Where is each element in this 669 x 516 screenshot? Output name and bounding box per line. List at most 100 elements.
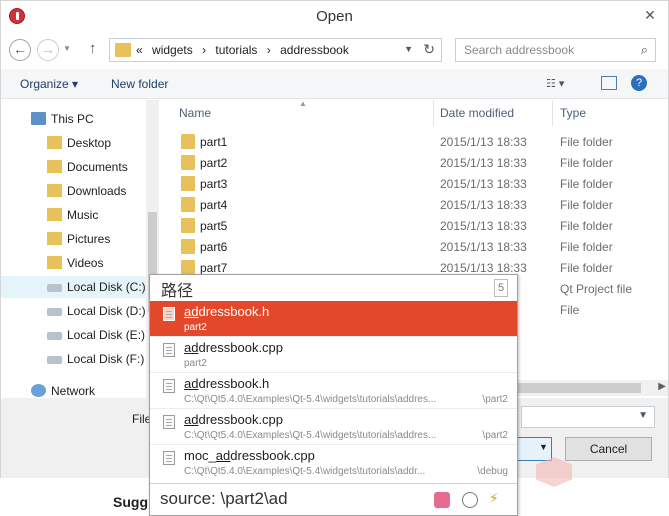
folder-icon	[115, 43, 131, 57]
candidate-item[interactable]: addressbook.cpp C:\Qt\Qt5.4.0\Examples\Q…	[150, 409, 517, 445]
folder-icon	[47, 136, 62, 149]
file-name: part2	[200, 156, 228, 170]
chevron-down-icon[interactable]: ▼	[539, 442, 548, 452]
lightning-icon[interactable]: ⚡	[489, 490, 505, 506]
sidebar-item-documents[interactable]: Documents	[1, 156, 146, 178]
file-row[interactable]: part1 2015/1/13 18:33 File folder	[161, 131, 668, 152]
sidebar-item-downloads[interactable]: Downloads	[1, 180, 146, 202]
sidebar-item-this-pc[interactable]: This PC	[1, 108, 146, 130]
file-row[interactable]: part5 2015/1/13 18:33 File folder	[161, 215, 668, 236]
candidate-item[interactable]: moc_addressbook.cpp C:\Qt\Qt5.4.0\Exampl…	[150, 445, 517, 481]
column-header-name[interactable]: Name	[179, 106, 211, 120]
pc-icon	[31, 112, 46, 125]
sidebar-item-music[interactable]: Music	[1, 204, 146, 226]
navigation-bar: ← → ▼ ↑ « widgets › tutorials › addressb…	[1, 35, 668, 65]
breadcrumb-addressbook[interactable]: addressbook	[280, 43, 349, 57]
column-divider[interactable]	[433, 100, 434, 126]
organize-button[interactable]: Organize ▾	[20, 77, 78, 91]
file-date: 2015/1/13 18:33	[440, 219, 527, 233]
sidebar-item-desktop[interactable]: Desktop	[1, 132, 146, 154]
open-button-split[interactable]: ▼	[517, 437, 552, 461]
dialog-title: Open	[316, 8, 353, 25]
column-header-type[interactable]: Type	[560, 106, 586, 120]
file-date: 2015/1/13 18:33	[440, 198, 527, 212]
chevron-down-icon[interactable]: ▼	[404, 44, 413, 54]
candidate-item[interactable]: addressbook.cpp part2	[150, 337, 517, 373]
search-input[interactable]: Search addressbook	[464, 43, 574, 57]
file-type-dropdown[interactable]: ▼	[521, 406, 655, 428]
file-name: part4	[200, 198, 228, 212]
cancel-button[interactable]: Cancel	[565, 437, 652, 461]
chevron-down-icon: ▼	[638, 410, 648, 421]
file-row[interactable]: part2 2015/1/13 18:33 File folder	[161, 152, 668, 173]
candidate-path: C:\Qt\Qt5.4.0\Examples\Qt-5.4\widgets\tu…	[184, 394, 437, 405]
candidate-name: addressbook.cpp	[184, 340, 284, 355]
file-type: File folder	[560, 240, 613, 254]
preview-pane-icon[interactable]	[601, 76, 617, 90]
breadcrumb-overflow[interactable]: «	[136, 43, 143, 57]
candidate-item[interactable]: addressbook.h C:\Qt\Qt5.4.0\Examples\Qt-…	[150, 373, 517, 409]
back-button[interactable]: ←	[9, 39, 31, 61]
column-divider[interactable]	[552, 100, 553, 126]
command-bar: Organize ▾ New folder ☷ ▾ ?	[1, 69, 668, 99]
address-bar[interactable]: « widgets › tutorials › addressbook ▼ ↻	[109, 38, 442, 62]
navigation-pane: This PC Desktop Documents Downloads Musi…	[1, 100, 159, 398]
breadcrumb-separator[interactable]: ›	[267, 43, 271, 57]
file-type: File folder	[560, 219, 613, 233]
file-row[interactable]: part4 2015/1/13 18:33 File folder	[161, 194, 668, 215]
file-type: Qt Project file	[560, 282, 633, 296]
popup-footer: source: \part2\ad ⚡	[150, 483, 517, 515]
close-button[interactable]: ✕	[640, 5, 660, 25]
source-text: source: \part2\ad	[160, 489, 288, 508]
sidebar-item-label: Local Disk (E:)	[67, 328, 146, 342]
breadcrumb-tutorials[interactable]: tutorials	[215, 43, 257, 57]
file-date: 2015/1/13 18:33	[440, 177, 527, 191]
drive-icon	[47, 284, 62, 292]
sidebar-item-label: Local Disk (F:)	[67, 352, 145, 366]
file-icon	[163, 379, 175, 393]
file-name: part6	[200, 240, 228, 254]
breadcrumb-separator[interactable]: ›	[202, 43, 206, 57]
candidate-path-tail: \debug	[477, 466, 508, 477]
skin-icon[interactable]	[434, 492, 450, 508]
forward-button[interactable]: →	[37, 39, 59, 61]
sidebar-item-local-disk-d[interactable]: Local Disk (D:)	[1, 300, 146, 322]
file-type: File folder	[560, 177, 613, 191]
folder-icon	[47, 232, 62, 245]
folder-icon	[47, 208, 62, 221]
candidate-name: moc_addressbook.cpp	[184, 448, 315, 463]
search-icon[interactable]: ⌕	[641, 42, 648, 58]
history-dropdown-icon[interactable]: ▼	[63, 44, 71, 53]
drive-icon	[47, 356, 62, 364]
view-options-icon[interactable]: ☷ ▾	[546, 77, 580, 93]
drive-icon	[47, 308, 62, 316]
sidebar-item-label: Downloads	[67, 184, 127, 198]
sidebar-item-label: Local Disk (C:)	[67, 280, 146, 294]
sidebar-item-label: Music	[67, 208, 99, 222]
breadcrumb-widgets[interactable]: widgets	[152, 43, 193, 57]
clock-icon[interactable]	[462, 492, 478, 508]
new-folder-button[interactable]: New folder	[111, 77, 168, 91]
title-bar: Open ✕	[1, 1, 668, 31]
column-header-date[interactable]: Date modified	[440, 106, 514, 120]
sidebar-item-local-disk-e[interactable]: Local Disk (E:)	[1, 324, 146, 346]
help-icon[interactable]: ?	[631, 75, 647, 91]
up-button[interactable]: ↑	[89, 40, 97, 57]
popup-title: 路径	[161, 283, 194, 300]
candidate-item[interactable]: addressbook.h part2	[150, 301, 517, 337]
file-name: part3	[200, 177, 228, 191]
scroll-right-icon[interactable]: ▶	[658, 381, 666, 392]
search-box[interactable]: Search addressbook ⌕	[455, 38, 656, 62]
scrollbar-thumb[interactable]	[511, 383, 641, 393]
sidebar-item-label: This PC	[51, 112, 94, 126]
candidate-path: C:\Qt\Qt5.4.0\Examples\Qt-5.4\widgets\tu…	[184, 430, 437, 441]
file-row[interactable]: part3 2015/1/13 18:33 File folder	[161, 173, 668, 194]
file-row[interactable]: part6 2015/1/13 18:33 File folder	[161, 236, 668, 257]
sidebar-item-local-disk-c[interactable]: Local Disk (C:)	[1, 276, 146, 298]
sidebar-item-videos[interactable]: Videos	[1, 252, 146, 274]
sidebar-item-local-disk-f[interactable]: Local Disk (F:)	[1, 348, 146, 370]
file-type: File	[560, 303, 580, 317]
refresh-icon[interactable]: ↻	[423, 41, 435, 58]
sidebar-item-pictures[interactable]: Pictures	[1, 228, 146, 250]
popup-header: 路径 5	[150, 275, 517, 301]
